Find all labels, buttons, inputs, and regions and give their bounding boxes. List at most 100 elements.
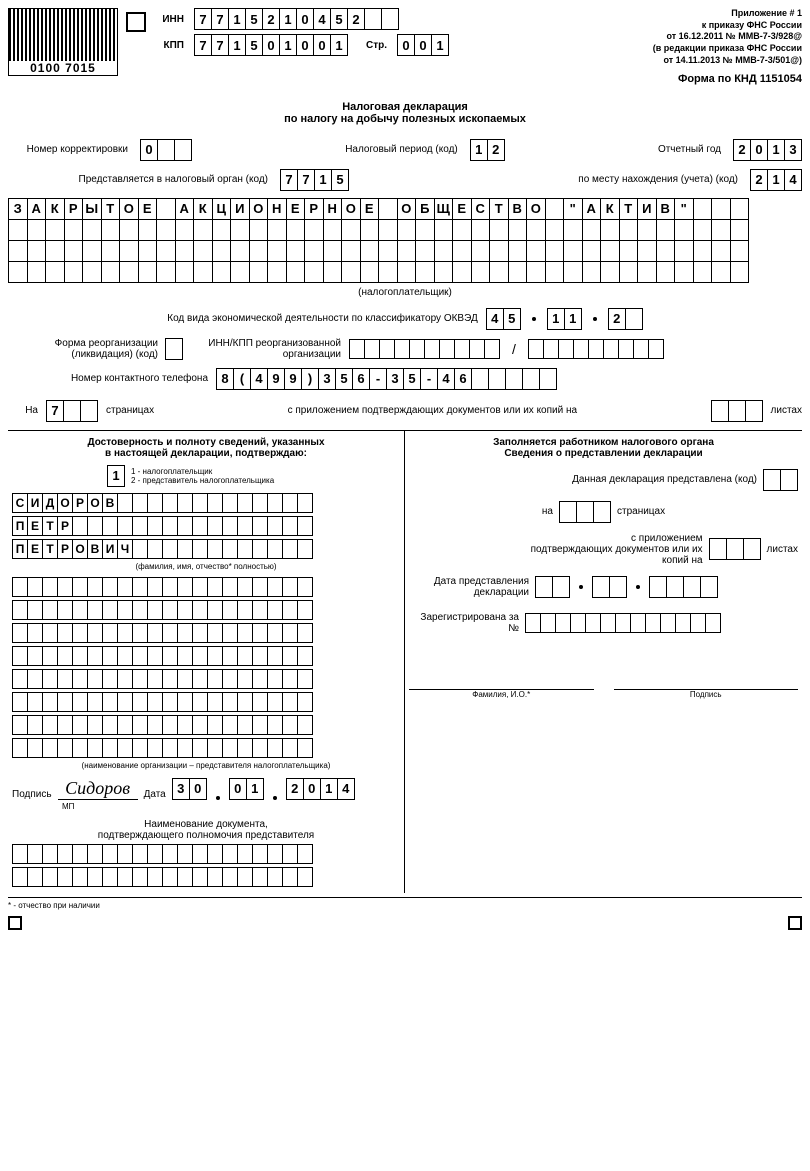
organ-cells[interactable]: 7715: [280, 169, 349, 191]
dot-icon: [579, 585, 583, 589]
hdr-r3: от 16.12.2011 № ММВ-7-3/928@: [602, 31, 802, 43]
type-cell[interactable]: 1: [107, 465, 125, 487]
barcode-text: 0100 7015: [28, 61, 98, 75]
org-name-grid[interactable]: ЗАКРЫТОЕАКЦИОНЕРНОЕОБЩЕСТВО"АКТИВ": [8, 198, 802, 283]
decl-cells[interactable]: [763, 469, 798, 491]
type2: 2 - представитель налогоплательщика: [131, 476, 274, 485]
reorg-inn-cells[interactable]: [349, 339, 500, 359]
corr-cells[interactable]: 0: [140, 139, 192, 161]
place-cells[interactable]: 214: [750, 169, 802, 191]
okved2[interactable]: 11: [547, 308, 582, 330]
patronymic-cells[interactable]: ПЕТРОВИЧ: [12, 539, 400, 559]
type1: 1 - налогоплательщик: [131, 467, 274, 476]
hdr-r2: к приказу ФНС России: [602, 20, 802, 32]
reorg-inn-l2: организации: [191, 349, 341, 360]
mp-label: МП: [12, 802, 400, 811]
corr-label: Номер корректировки: [8, 144, 128, 155]
reg-l1: Зарегистрирована за: [409, 612, 519, 623]
reg-l2: №: [409, 623, 519, 634]
kpp-label: КПП: [154, 40, 184, 51]
date-label: Дата: [144, 789, 166, 800]
note: * - отчество при наличии: [8, 901, 100, 910]
inn-cells[interactable]: 7715210452: [194, 8, 399, 30]
okved3[interactable]: 2: [608, 308, 643, 330]
date-m[interactable]: 01: [229, 778, 264, 800]
dot-icon: [273, 796, 277, 800]
right-t2: Сведения о представлении декларации: [409, 448, 798, 459]
r-date-y[interactable]: [649, 576, 718, 598]
kpp-cells[interactable]: 771501001: [194, 34, 348, 56]
inn-label: ИНН: [154, 14, 184, 25]
title1: Налоговая декларация: [8, 101, 802, 113]
dot-icon: [532, 317, 536, 321]
r-pages-cells[interactable]: [559, 501, 611, 523]
r-att-l1: с приложением: [409, 533, 703, 544]
reorg-l1: Форма реорганизации: [8, 338, 158, 349]
rep-org-grid[interactable]: [12, 577, 400, 758]
r-att-l3: копий на: [409, 555, 703, 566]
hdr-r1: Приложение # 1: [602, 8, 802, 20]
okved-label: Код вида экономической деятельности по к…: [167, 313, 477, 324]
r-on: на: [542, 506, 553, 517]
reorg-kpp-cells[interactable]: [528, 339, 664, 359]
page-label: Стр.: [366, 40, 387, 51]
r-pages-label: страницах: [617, 506, 665, 517]
doc-l2: подтверждающего полномочия представителя: [12, 830, 400, 841]
sheets-label: листах: [771, 405, 802, 416]
pages-cells[interactable]: 7: [46, 400, 98, 422]
hdr-r4: (в редакции приказа ФНС России: [602, 43, 802, 55]
year-label: Отчетный год: [658, 144, 721, 155]
date-d[interactable]: 30: [172, 778, 207, 800]
r-attach-cells[interactable]: [709, 538, 761, 560]
slash: /: [512, 341, 516, 357]
r-date-l1: Дата представления: [409, 576, 529, 587]
period-label: Налоговый период (код): [345, 144, 458, 155]
left-t1: Достоверность и полноту сведений, указан…: [12, 437, 400, 448]
phone-label: Номер контактного телефона: [8, 373, 208, 384]
dot-icon: [593, 317, 597, 321]
doc-name-grid[interactable]: [12, 844, 400, 887]
phone-cells[interactable]: 8(499)356-35-46: [216, 368, 557, 390]
year-cells[interactable]: 2013: [733, 139, 802, 161]
signature: Сидоров: [65, 778, 130, 798]
organ-label: Представляется в налоговый орган (код): [8, 174, 268, 185]
surname-cells[interactable]: СИДОРОВ: [12, 493, 400, 513]
r-date-l2: декларации: [409, 587, 529, 598]
title2: по налогу на добычу полезных ископаемых: [8, 113, 802, 125]
r-sheets-label: листах: [767, 544, 798, 555]
attach-cells[interactable]: [711, 400, 763, 422]
reorg-inn-l1: ИНН/КПП реорганизованной: [191, 338, 341, 349]
reg-cells[interactable]: [525, 613, 721, 633]
decl-label: Данная декларация представлена (код): [572, 474, 757, 485]
hdr-r5: от 14.11.2013 № ММВ-7-3/501@): [602, 55, 802, 67]
checkbox-top-1[interactable]: [126, 12, 146, 32]
reorg-l2: (ликвидация) (код): [8, 349, 158, 360]
taxpayer-label: (налогоплательщик): [8, 287, 802, 298]
pages-label: страницах: [106, 405, 154, 416]
right-t1: Заполняется работником налогового органа: [409, 437, 798, 448]
place-label: по месту нахождения (учета) (код): [578, 174, 738, 185]
r-date-d[interactable]: [535, 576, 570, 598]
r-att-l2: подтверждающих документов или их: [409, 544, 703, 555]
pages-on: На: [8, 405, 38, 416]
okved1[interactable]: 45: [486, 308, 521, 330]
sign-label: Подпись: [12, 789, 52, 800]
left-t2: в настоящей декларации, подтверждаю:: [12, 448, 400, 459]
r-date-m[interactable]: [592, 576, 627, 598]
page-cells: 001: [397, 34, 449, 56]
rep-label: (наименование организации – представител…: [12, 761, 400, 770]
doc-l1: Наименование документа,: [12, 819, 400, 830]
attach-label: с приложением подтверждающих документов …: [162, 405, 702, 416]
dot-icon: [636, 585, 640, 589]
barcode: 0100 7015: [8, 8, 118, 76]
fio-label: (фамилия, имя, отчество* полностью): [12, 562, 400, 571]
r-fio-label: Фамилия, И.О.*: [409, 690, 594, 699]
dot-icon: [216, 796, 220, 800]
checkbox-bottom-r[interactable]: [788, 916, 802, 930]
name-cells[interactable]: ПЕТР: [12, 516, 400, 536]
form-code: Форма по КНД 1151054: [602, 72, 802, 86]
date-y[interactable]: 2014: [286, 778, 355, 800]
checkbox-bottom-l[interactable]: [8, 916, 22, 930]
period-cells[interactable]: 12: [470, 139, 505, 161]
reorg-code[interactable]: [165, 338, 183, 360]
